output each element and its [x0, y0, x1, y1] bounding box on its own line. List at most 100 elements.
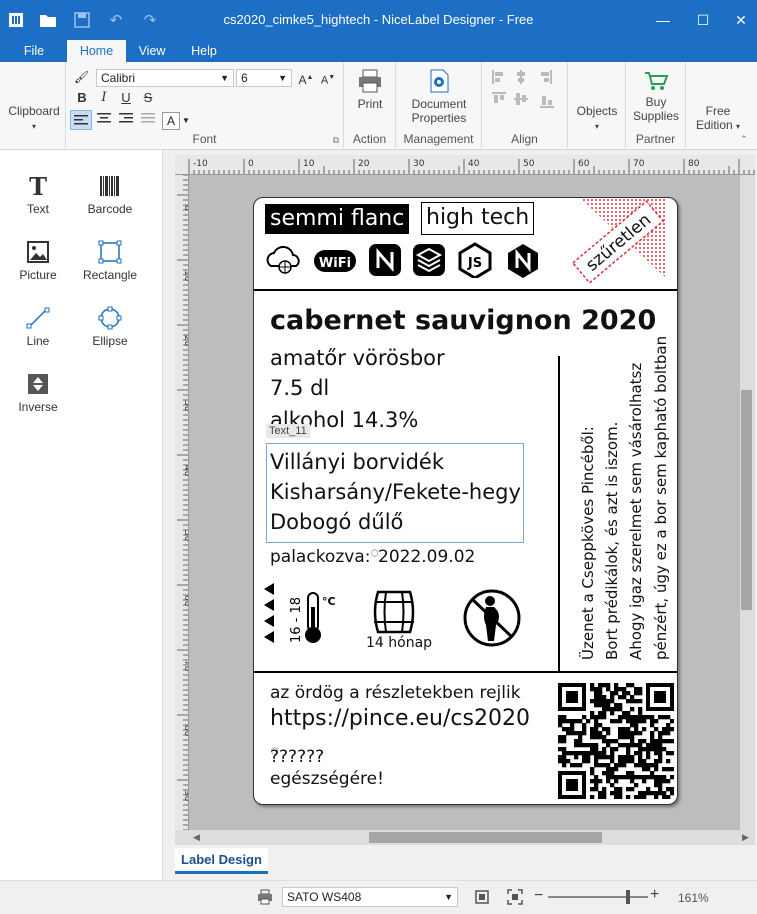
maximize-button[interactable]: ☐ — [690, 8, 716, 32]
bottled-label[interactable]: palackozva: — [270, 547, 370, 567]
tool-label: Ellipse — [92, 334, 128, 348]
chevron-down-icon[interactable]: ▼ — [182, 116, 190, 125]
svg-text:WiFi: WiFi — [319, 256, 351, 271]
region-line3: Dobogó dűlő — [270, 510, 404, 534]
ruler-tick-label: 90 — [182, 790, 189, 802]
justify-icon[interactable] — [140, 112, 156, 128]
ruler-tick-label: 20 — [182, 335, 189, 347]
format-painter-icon[interactable]: 🖌 — [74, 70, 89, 84]
chevron-down-icon: ▼ — [220, 73, 229, 83]
temp-unit-text: °C — [322, 595, 336, 608]
tool-rectangle[interactable]: Rectangle — [80, 238, 140, 282]
brand-white-text[interactable]: high tech — [421, 202, 535, 235]
close-button[interactable]: ✕ — [728, 8, 754, 32]
bold-icon[interactable]: B — [74, 90, 90, 106]
print-button[interactable]: Print — [350, 68, 390, 111]
motto-text[interactable]: az ördög a részletekben rejlik — [270, 683, 521, 703]
cheers-text[interactable]: egészségére! — [270, 769, 384, 789]
volume-text[interactable]: 7.5 dl — [270, 376, 329, 400]
tool-line[interactable]: Line — [8, 304, 68, 348]
align-center-icon[interactable] — [96, 112, 112, 128]
text-icon: T — [29, 171, 47, 201]
minimize-button[interactable]: — — [650, 8, 676, 32]
buy-supplies-button[interactable]: Buy Supplies — [630, 70, 682, 123]
clipboard-button[interactable]: Clipboard ▾ — [6, 104, 62, 134]
tool-ellipse[interactable]: Ellipse — [80, 304, 140, 348]
selected-text-box[interactable]: Villányi borvidék Kisharsány/Fekete-hegy… — [266, 443, 524, 543]
tool-picture[interactable]: Picture — [8, 238, 68, 282]
font-size-select[interactable]: 6 ▼ — [236, 69, 292, 87]
tab-file[interactable]: File — [14, 40, 54, 62]
side-message-line2[interactable]: Bort prédikálok, és azt is iszom. — [603, 422, 621, 660]
printer-select[interactable]: SATO WS408 ▼ — [282, 887, 458, 907]
barrel-text[interactable]: 14 hónap — [366, 635, 432, 651]
tool-label: Picture — [19, 268, 57, 282]
objects-button[interactable]: Objects ▾ — [572, 104, 622, 134]
ruler-tick-label: 60 — [182, 595, 189, 607]
buy-line1: Buy — [645, 95, 667, 109]
italic-icon[interactable]: I — [96, 90, 112, 106]
cloud-globe-icon — [266, 245, 300, 274]
chevron-down-icon: ▼ — [278, 73, 287, 83]
align-left-icon[interactable] — [70, 110, 92, 130]
vertical-scroll-thumb[interactable] — [741, 390, 752, 610]
ruler-tick-label: 70 — [182, 660, 189, 672]
zoom-slider-thumb[interactable] — [626, 890, 630, 904]
tab-label-design[interactable]: Label Design — [175, 848, 268, 874]
tab-view[interactable]: View — [130, 40, 174, 62]
chevron-down-icon: ▾ — [594, 122, 599, 131]
printer-icon — [257, 889, 273, 908]
tool-text[interactable]: T Text — [8, 171, 68, 217]
side-message-line3[interactable]: Ahogy igaz szerelmet sem vásárolhatsz — [627, 363, 645, 660]
ruler-tick-label: 80 — [182, 725, 189, 737]
ruler-tick-label: 0 — [182, 205, 189, 211]
qr-code[interactable] — [558, 683, 674, 799]
side-message-line4[interactable]: pénzért, úgy ez a bor sem kapható boltba… — [652, 336, 670, 660]
fit-width-icon[interactable] — [507, 889, 523, 908]
printer-value: SATO WS408 — [287, 890, 362, 904]
strikethrough-icon[interactable]: S — [140, 90, 156, 106]
fit-page-icon[interactable] — [474, 889, 490, 908]
printer-icon — [359, 69, 381, 93]
underline-icon[interactable]: U — [118, 90, 134, 106]
wine-name-text[interactable]: cabernet sauvignon 2020 — [270, 305, 656, 336]
scroll-right-icon[interactable]: ▶ — [742, 832, 749, 843]
document-properties-button[interactable]: Document Properties — [400, 68, 478, 125]
collapse-ribbon-icon[interactable]: ⌃ — [740, 134, 748, 145]
zoom-slider[interactable] — [548, 896, 648, 898]
url-text[interactable]: https://pince.eu/cs2020 — [270, 706, 530, 731]
tab-help[interactable]: Help — [182, 40, 226, 62]
horizontal-scroll-thumb[interactable] — [369, 832, 602, 843]
bottled-date[interactable]: 2022.09.02 — [378, 547, 475, 567]
dialog-launcher-icon[interactable]: ⧉ — [333, 135, 339, 146]
free-edition-button[interactable]: Free Edition ▾ — [690, 104, 746, 134]
scroll-left-icon[interactable]: ◀ — [193, 832, 200, 843]
shrink-font-icon[interactable]: A▼ — [320, 70, 336, 87]
nuxt-icon — [508, 244, 538, 278]
ruler-tick-label: 40 — [182, 465, 189, 477]
font-name-select[interactable]: Calibri ▼ — [96, 69, 234, 87]
font-group: 🖌 Calibri ▼ 6 ▼ A▲ A▼ B I U S A ▼ Font ⧉ — [66, 62, 344, 150]
brand-black-text[interactable]: semmi flanc — [265, 204, 410, 234]
grow-font-icon[interactable]: A▲ — [298, 70, 314, 87]
barrel-icon — [373, 590, 415, 634]
tab-home[interactable]: Home — [67, 40, 126, 63]
side-message-line1[interactable]: Üzenet a Cseppköves Pincéből: — [579, 426, 597, 660]
align-grid-icon — [492, 70, 554, 108]
ellipse-icon — [80, 304, 140, 332]
text-color-button[interactable]: A — [162, 112, 180, 130]
wine-type-text[interactable]: amatőr vörösbor — [270, 346, 445, 370]
horizontal-ruler: -10 0 10 20 30 40 50 60 70 80 — [175, 155, 755, 175]
font-name-value: Calibri — [101, 71, 136, 85]
unfiltered-stamp: szűretlen — [571, 198, 666, 284]
tool-inverse[interactable]: Inverse — [8, 370, 68, 414]
wifi-icon: WiFi — [314, 250, 356, 272]
tool-barcode[interactable]: Barcode — [80, 172, 140, 216]
region-line1: Villányi borvidék — [270, 450, 445, 474]
zoom-out-icon[interactable]: − — [534, 887, 543, 905]
label-page[interactable]: semmi flanc high tech WiFi JS szűretlen … — [253, 197, 678, 805]
management-group-label: Management — [403, 132, 474, 146]
align-right-icon[interactable] — [118, 112, 134, 128]
zoom-in-icon[interactable]: + — [650, 886, 659, 904]
question-text[interactable]: ?????? — [270, 747, 324, 767]
